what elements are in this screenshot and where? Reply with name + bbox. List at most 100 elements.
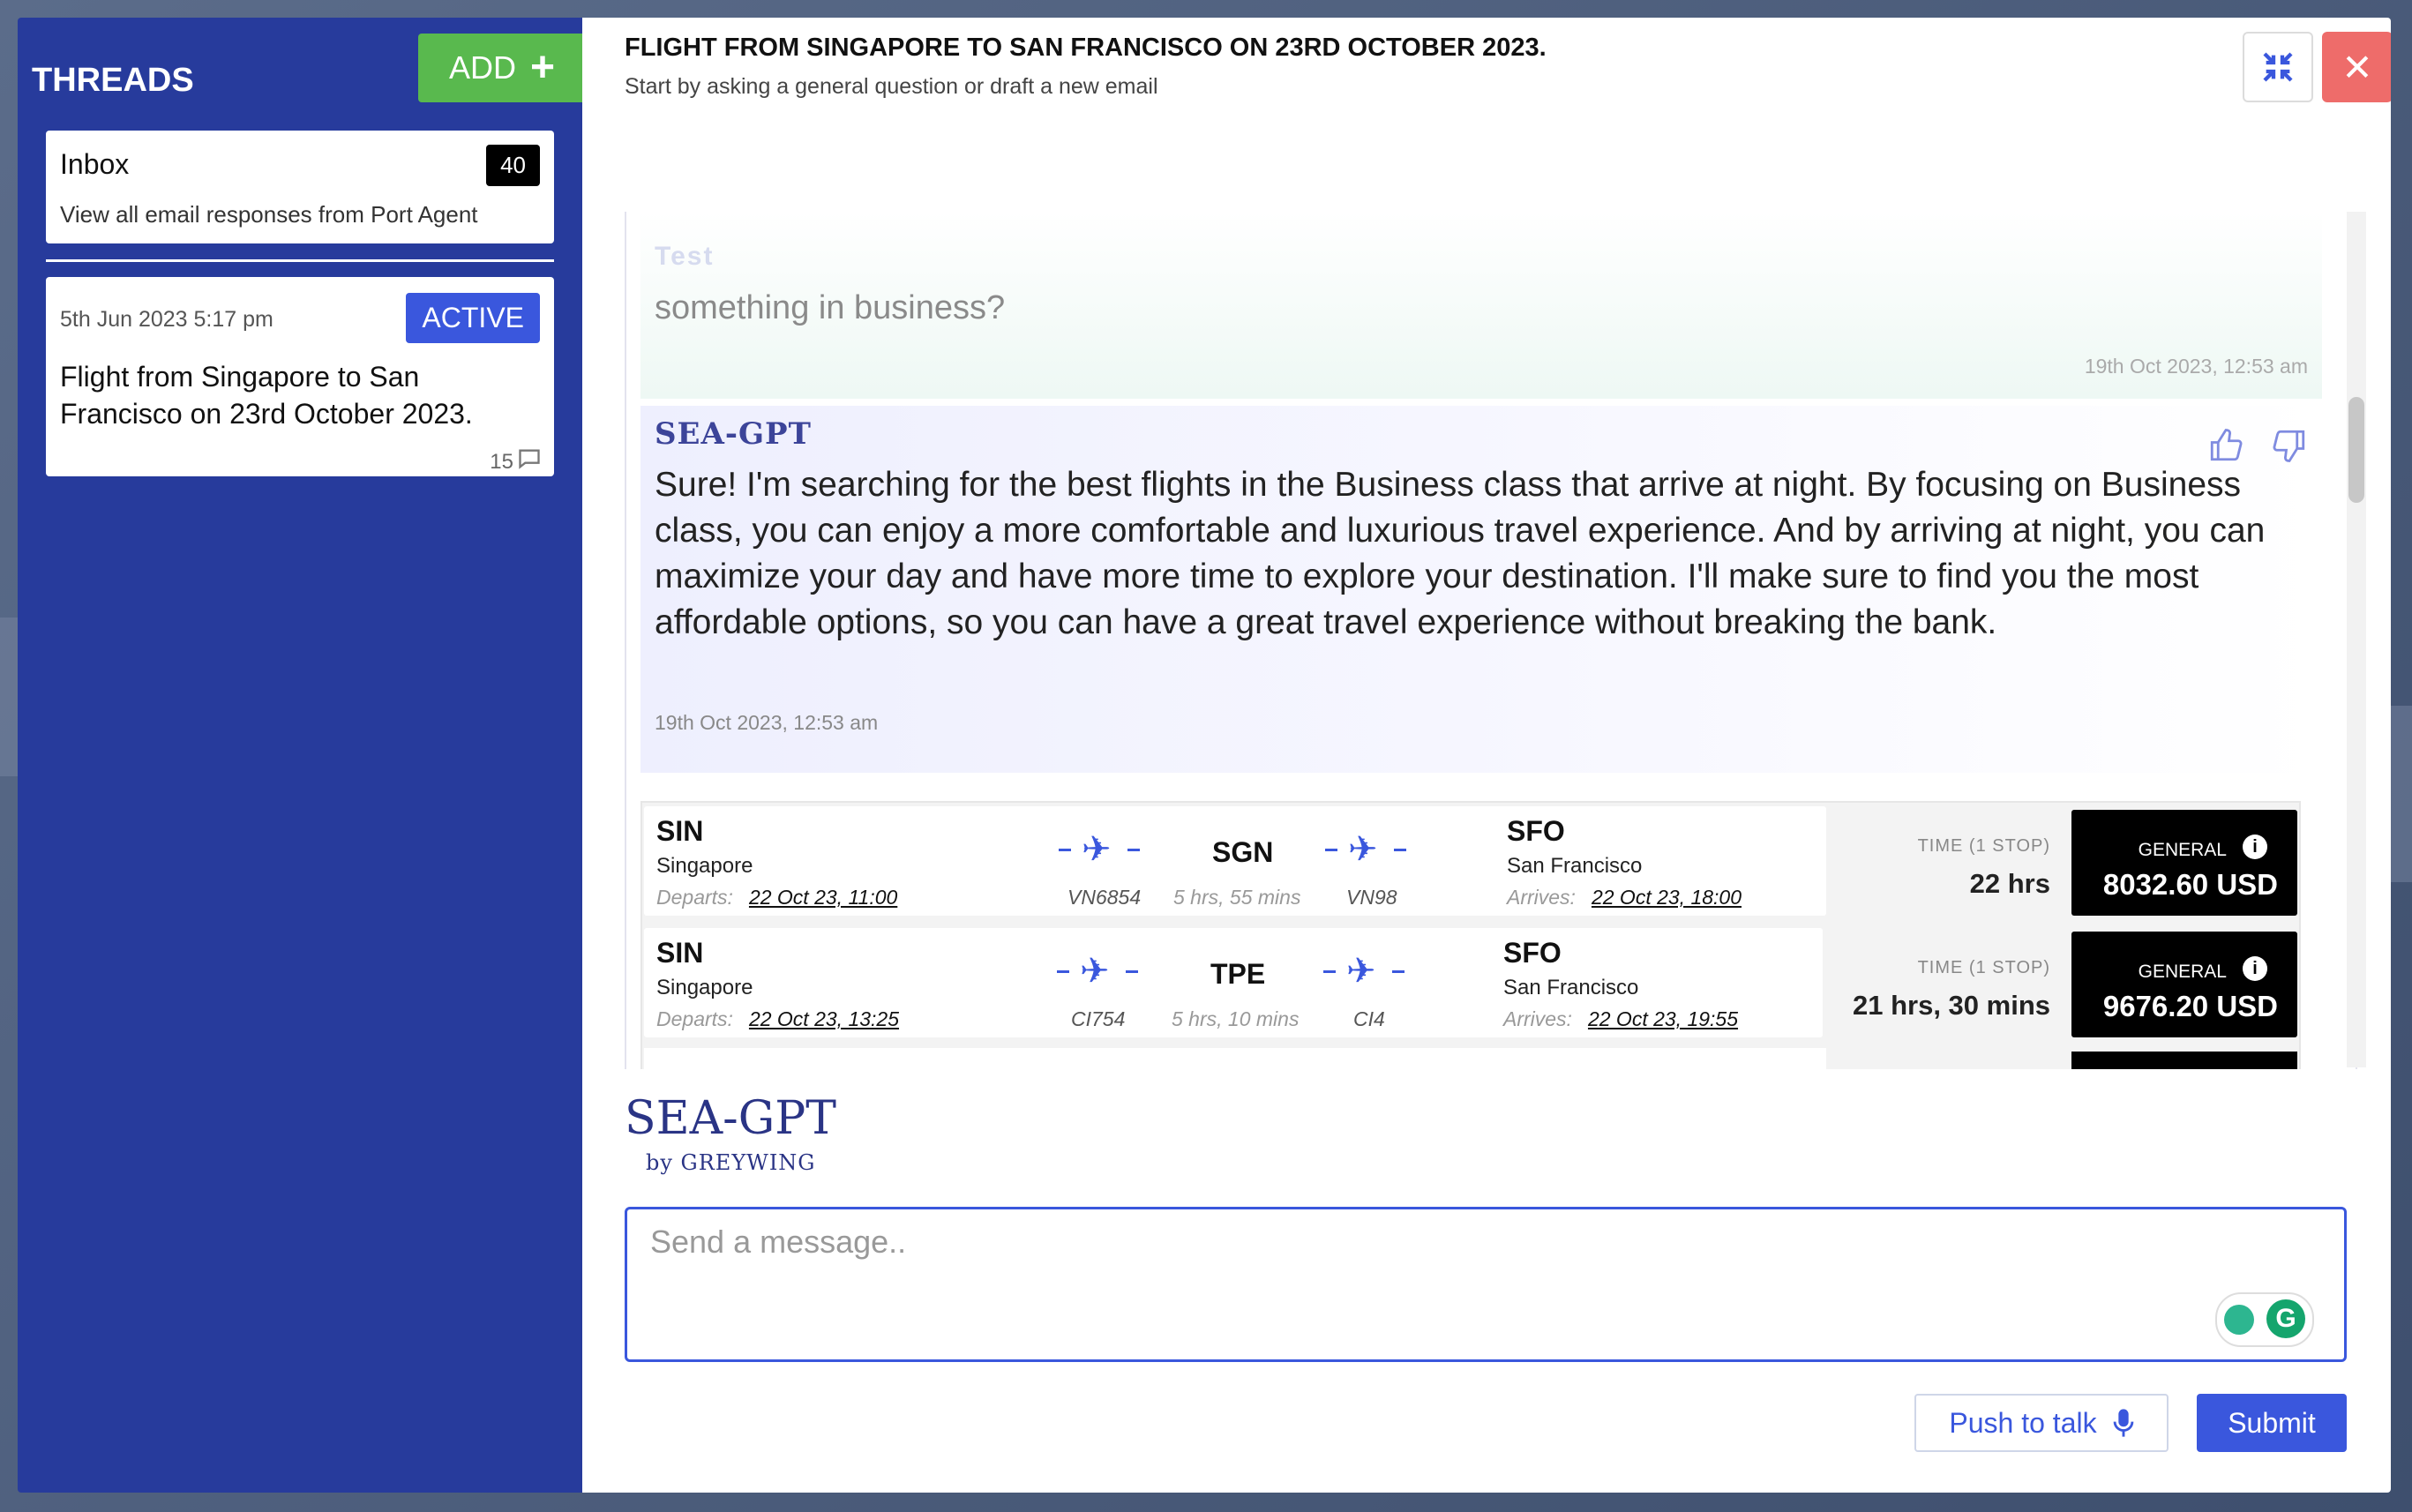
grammarly-icon: G bbox=[2266, 1299, 2305, 1338]
route-dash bbox=[1126, 970, 1138, 973]
lightbulb-icon bbox=[2224, 1305, 2254, 1335]
compress-button[interactable] bbox=[2243, 32, 2313, 102]
destination-city: San Francisco bbox=[1507, 854, 1643, 878]
thread-card[interactable]: 5th Jun 2023 5:17 pm ACTIVE Flight from … bbox=[46, 277, 554, 476]
origin-code: SIN bbox=[656, 815, 704, 847]
bot-message-time: 19th Oct 2023, 12:53 am bbox=[655, 711, 879, 734]
flight-number: VN98 bbox=[1346, 886, 1397, 909]
stop-duration: 5 hrs, 55 mins bbox=[1173, 886, 1301, 909]
comment-icon bbox=[519, 449, 540, 469]
destination-code: SFO bbox=[1507, 815, 1565, 847]
add-button-label: ADD bbox=[448, 49, 516, 86]
compress-icon bbox=[2263, 52, 2293, 82]
chat-history[interactable]: Test something in business? 19th Oct 202… bbox=[625, 212, 2357, 1069]
message-input-box[interactable]: G bbox=[625, 1207, 2347, 1362]
price-value: 9676.20 USD bbox=[2102, 990, 2278, 1022]
chat-main: FLIGHT FROM SINGAPORE TO SAN FRANCISCO O… bbox=[582, 18, 2391, 1493]
departure-time[interactable]: 22 Oct 23, 11:00 bbox=[749, 886, 897, 909]
submit-button[interactable]: Submit bbox=[2197, 1394, 2347, 1452]
flight-number: CI754 bbox=[1071, 1007, 1126, 1030]
flight-card: SIN Singapore Departs: 22 Oct 23, 11:00 ✈… bbox=[644, 806, 1826, 916]
destination-city: San Francisco bbox=[1503, 976, 1639, 999]
stop-code: TPE bbox=[1210, 958, 1266, 990]
arrival-time[interactable]: 22 Oct 23, 18:00 bbox=[1592, 886, 1742, 909]
sea-gpt-logo: SEA-GPT bbox=[625, 1092, 836, 1145]
flight-duration: 21 hrs, 30 mins bbox=[1852, 990, 2050, 1021]
user-message-time: 19th Oct 2023, 12:53 am bbox=[2084, 355, 2308, 378]
info-icon[interactable]: i bbox=[2243, 835, 2267, 859]
page-title: FLIGHT FROM SINGAPORE TO SAN FRANCISCO O… bbox=[625, 34, 1547, 62]
price-value: 8032.60 USD bbox=[2102, 868, 2278, 901]
route-dash bbox=[1392, 970, 1405, 973]
push-to-talk-button[interactable]: Push to talk bbox=[1914, 1394, 2169, 1452]
close-button[interactable]: ✕ bbox=[2322, 32, 2391, 102]
threads-sidebar: THREADS ADD + Inbox 40 View all email re… bbox=[18, 18, 586, 1493]
thread-title: Flight from Singapore to San Francisco o… bbox=[60, 361, 473, 430]
inbox-title: Inbox bbox=[60, 148, 130, 180]
user-message: Test something in business? 19th Oct 202… bbox=[640, 212, 2322, 399]
arrival-time[interactable]: 22 Oct 23, 19:55 bbox=[1588, 1007, 1738, 1030]
arrives-label: Arrives: bbox=[1503, 1007, 1572, 1030]
price-box[interactable]: GENERAL i 9676.20 USD bbox=[2071, 932, 2297, 1037]
bot-name: SEA-GPT bbox=[655, 416, 812, 452]
price-box bbox=[2071, 1052, 2297, 1069]
price-box[interactable]: GENERAL i 8032.60 USD bbox=[2071, 810, 2297, 916]
arrival: Arrives: 22 Oct 23, 18:00 bbox=[1507, 886, 1742, 909]
departure-time[interactable]: 22 Oct 23, 13:25 bbox=[749, 1007, 899, 1030]
inbox-count-badge: 40 bbox=[486, 145, 540, 186]
add-thread-button[interactable]: ADD + bbox=[418, 34, 586, 102]
flight-option[interactable]: SIN Singapore Departs: 22 Oct 23, 13:25 ✈… bbox=[644, 928, 2297, 1043]
departs-label: Departs: bbox=[656, 886, 733, 909]
user-name: Test bbox=[655, 242, 715, 271]
route-dash bbox=[1057, 970, 1069, 973]
page-subtitle: Start by asking a general question or dr… bbox=[625, 74, 1158, 99]
thread-comment-count: 15 bbox=[490, 450, 513, 474]
inbox-card[interactable]: Inbox 40 View all email responses from P… bbox=[46, 131, 554, 243]
bot-message-text: Sure! I'm searching for the best flights… bbox=[655, 466, 2266, 641]
time-label: TIME (1 STOP) bbox=[1917, 836, 2050, 856]
bot-message: SEA-GPT Sure! I'm searching for the best… bbox=[640, 406, 2322, 773]
grammarly-widget[interactable]: G bbox=[2215, 1292, 2314, 1347]
fare-class: GENERAL bbox=[2138, 840, 2227, 860]
push-to-talk-label: Push to talk bbox=[1949, 1406, 2097, 1439]
route-dash bbox=[1059, 849, 1071, 851]
arrives-label: Arrives: bbox=[1507, 886, 1576, 909]
fare-class: GENERAL bbox=[2138, 962, 2227, 982]
origin-city: Singapore bbox=[656, 854, 753, 878]
threads-modal: THREADS ADD + Inbox 40 View all email re… bbox=[18, 18, 2391, 1493]
sidebar-divider bbox=[46, 259, 554, 262]
flight-number: VN6854 bbox=[1067, 886, 1142, 909]
departs-label: Departs: bbox=[656, 1007, 733, 1030]
feedback-buttons bbox=[2207, 427, 2308, 464]
close-icon: ✕ bbox=[2341, 46, 2373, 88]
flight-card bbox=[644, 1048, 1826, 1069]
inbox-description: View all email responses from Port Agent bbox=[60, 201, 478, 228]
destination-code: SFO bbox=[1503, 937, 1562, 969]
plane-icon: ✈ bbox=[1348, 830, 1378, 869]
thread-date: 5th Jun 2023 5:17 pm bbox=[60, 307, 273, 332]
stop-duration: 5 hrs, 10 mins bbox=[1172, 1007, 1300, 1030]
plane-icon: ✈ bbox=[1082, 830, 1112, 869]
plane-icon: ✈ bbox=[1346, 952, 1376, 991]
departure: Departs: 22 Oct 23, 11:00 bbox=[656, 886, 897, 909]
flight-duration: 22 hrs bbox=[1969, 868, 2050, 899]
scrollbar-thumb[interactable] bbox=[2348, 397, 2364, 503]
info-icon[interactable]: i bbox=[2243, 956, 2267, 981]
stop-code: SGN bbox=[1212, 836, 1274, 868]
origin-city: Singapore bbox=[656, 976, 753, 999]
flight-results: SIN Singapore Departs: 22 Oct 23, 11:00 ✈… bbox=[640, 801, 2301, 1069]
plus-icon: + bbox=[529, 44, 556, 91]
route-dash bbox=[1127, 849, 1140, 851]
thumbs-down-icon[interactable] bbox=[2271, 427, 2308, 464]
message-input[interactable] bbox=[648, 1222, 2311, 1349]
route-dash bbox=[1325, 849, 1337, 851]
flight-number: CI4 bbox=[1353, 1007, 1385, 1030]
thumbs-up-icon[interactable] bbox=[2207, 427, 2244, 464]
user-message-text: something in business? bbox=[655, 289, 1006, 326]
chat-scrollbar[interactable] bbox=[2347, 212, 2366, 1067]
route-dash bbox=[1394, 849, 1406, 851]
plane-icon: ✈ bbox=[1080, 952, 1110, 991]
route-dash bbox=[1323, 970, 1336, 973]
time-label: TIME (1 STOP) bbox=[1917, 958, 2050, 977]
flight-option[interactable]: SIN Singapore Departs: 22 Oct 23, 11:00 ✈… bbox=[644, 806, 2297, 921]
